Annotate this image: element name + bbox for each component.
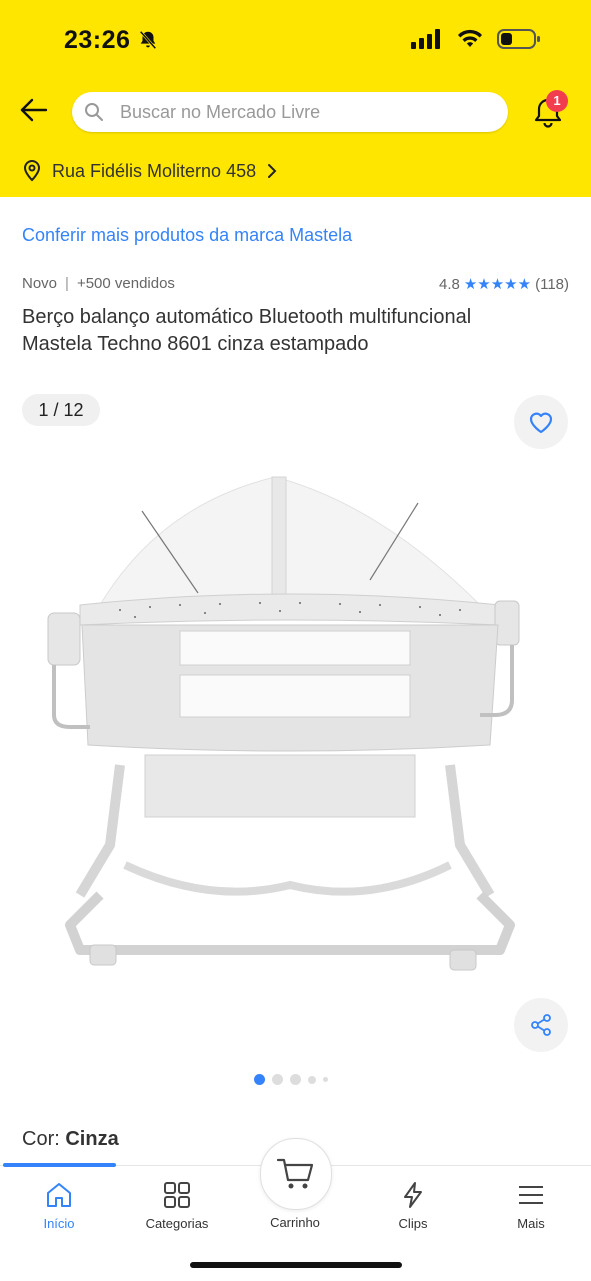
color-selector[interactable]: Cor: Cinza bbox=[22, 1128, 119, 1151]
lightning-icon bbox=[404, 1182, 422, 1208]
pagination-dot-active[interactable] bbox=[254, 1074, 265, 1085]
rating-value: 4.8 bbox=[438, 275, 460, 293]
tab-mais[interactable]: Mais bbox=[481, 1180, 581, 1231]
address-text: Rua Fidélis Moliterno 458 bbox=[52, 160, 257, 181]
notification-badge: 1 bbox=[546, 90, 568, 112]
share-button[interactable] bbox=[514, 998, 568, 1052]
tab-label: Início bbox=[43, 1216, 75, 1231]
battery-icon bbox=[497, 29, 540, 49]
wifi-icon bbox=[458, 29, 482, 47]
rating-summary[interactable]: 4.8 ★★★★★ (118) bbox=[438, 275, 569, 294]
chevron-right-icon bbox=[268, 164, 277, 178]
pagination-dot[interactable] bbox=[272, 1074, 283, 1085]
location-pin-icon bbox=[23, 160, 41, 182]
status-time: 23:26 bbox=[64, 26, 131, 54]
home-icon bbox=[47, 1183, 71, 1207]
tab-label: Clips bbox=[398, 1216, 428, 1231]
product-meta: Novo | +500 vendidos bbox=[22, 275, 175, 292]
meta-separator: | bbox=[65, 275, 69, 292]
search-input[interactable]: Buscar no Mercado Livre bbox=[72, 92, 508, 132]
tab-label: Categorias bbox=[145, 1216, 209, 1231]
favorite-button[interactable] bbox=[514, 395, 568, 449]
menu-icon bbox=[519, 1186, 543, 1204]
address-selector[interactable]: Rua Fidélis Moliterno 458 bbox=[22, 160, 278, 182]
product-image[interactable] bbox=[40, 465, 540, 985]
grid-icon bbox=[164, 1182, 190, 1208]
rating-stars-icon: ★★★★★ bbox=[463, 276, 532, 293]
signal-icon bbox=[411, 29, 440, 49]
brand-products-link[interactable]: Conferir mais produtos da marca Mastela bbox=[22, 225, 352, 246]
share-icon bbox=[531, 1014, 551, 1036]
gallery-pagination bbox=[254, 1074, 328, 1085]
status-indicators bbox=[411, 28, 541, 50]
review-count: (118) bbox=[535, 275, 569, 293]
tab-inicio[interactable]: Início bbox=[9, 1180, 109, 1231]
product-title: Berço balanço automático Bluetooth multi… bbox=[22, 306, 472, 355]
cart-icon bbox=[276, 1158, 314, 1189]
heart-icon bbox=[529, 412, 553, 434]
back-arrow-icon[interactable] bbox=[18, 94, 50, 126]
tab-carrinho[interactable] bbox=[260, 1138, 332, 1210]
color-label: Cor: bbox=[22, 1128, 60, 1150]
tab-label: Mais bbox=[517, 1216, 545, 1231]
home-indicator bbox=[190, 1262, 402, 1268]
tab-clips[interactable]: Clips bbox=[363, 1180, 463, 1231]
search-icon bbox=[85, 103, 103, 121]
pagination-dot[interactable] bbox=[308, 1075, 316, 1084]
sold-count: +500 vendidos bbox=[76, 275, 175, 292]
pagination-dot[interactable] bbox=[323, 1077, 328, 1082]
condition-label: Novo bbox=[22, 275, 58, 292]
tab-categorias[interactable]: Categorias bbox=[127, 1180, 227, 1231]
bell-muted-icon bbox=[139, 30, 157, 50]
color-value: Cinza bbox=[65, 1128, 119, 1150]
tab-label: Carrinho bbox=[270, 1215, 320, 1230]
search-placeholder: Buscar no Mercado Livre bbox=[120, 102, 321, 122]
active-tab-indicator bbox=[3, 1163, 116, 1167]
gallery-counter: 1 / 12 bbox=[22, 394, 100, 426]
pagination-dot[interactable] bbox=[290, 1074, 301, 1085]
